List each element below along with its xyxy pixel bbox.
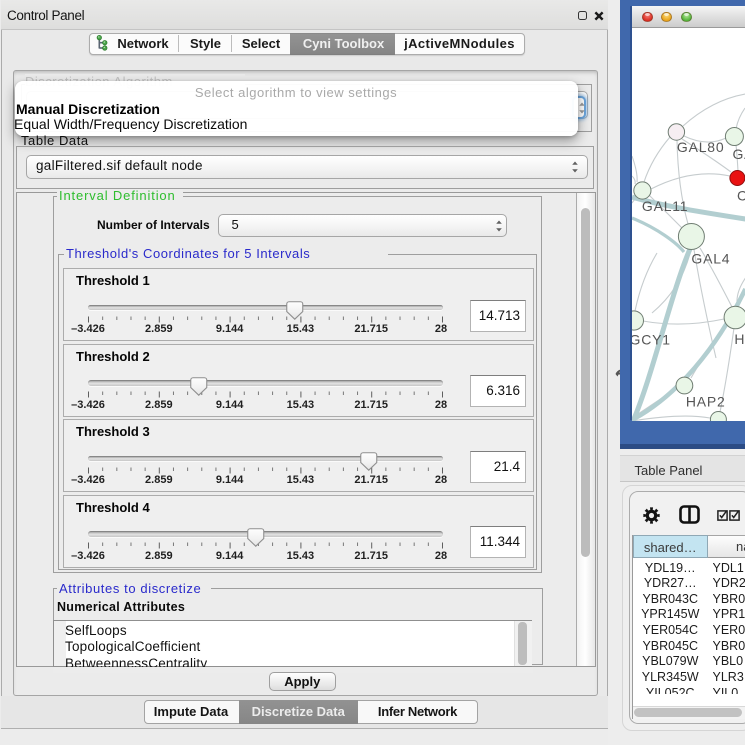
svg-text:GAL4: GAL4 bbox=[691, 250, 730, 266]
svg-text:GAL: GAL bbox=[732, 146, 745, 162]
svg-text:H: H bbox=[734, 330, 745, 346]
svg-text:GAL80: GAL80 bbox=[676, 139, 724, 155]
svg-text:GAL11: GAL11 bbox=[641, 198, 688, 214]
svg-text:HAP2: HAP2 bbox=[685, 393, 725, 409]
svg-text:C: C bbox=[737, 187, 745, 203]
svg-text:GCY1: GCY1 bbox=[632, 331, 671, 347]
